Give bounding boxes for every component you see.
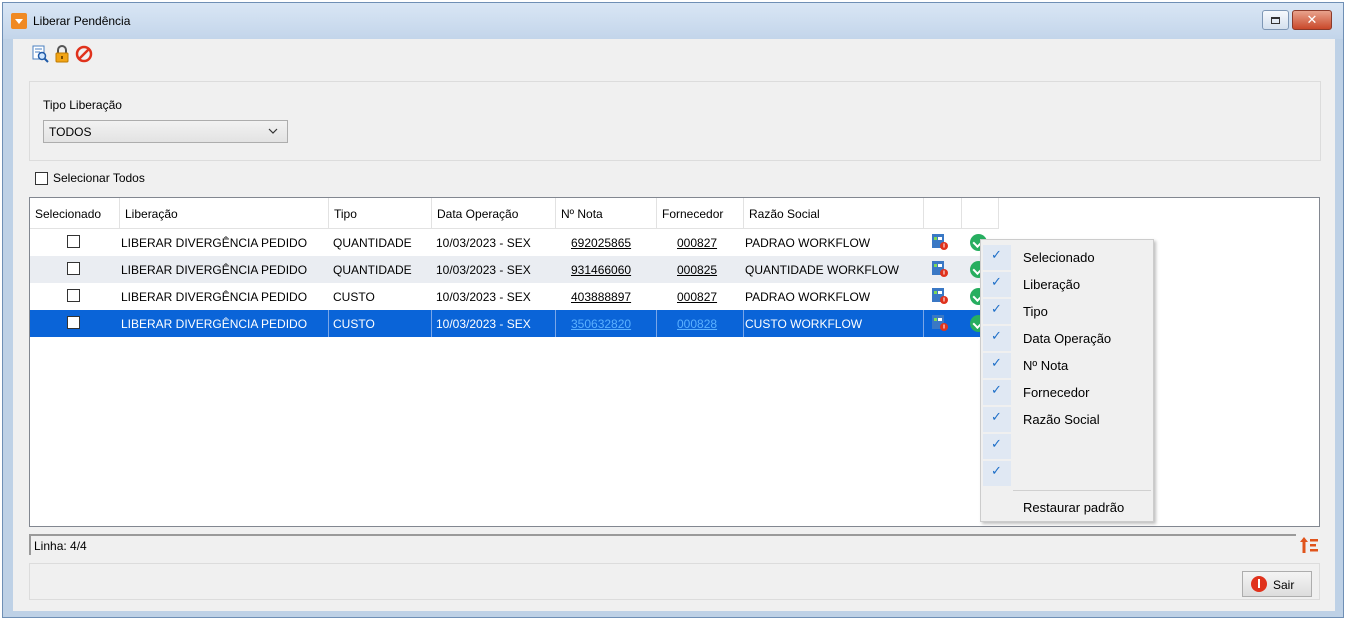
chevron-down-icon xyxy=(268,128,278,134)
search-document-icon[interactable] xyxy=(31,45,49,63)
cell-fornecedor-link[interactable]: 000825 xyxy=(677,256,717,283)
cell-liberacao: LIBERAR DIVERGÊNCIA PEDIDO xyxy=(121,263,308,277)
column-header-fornecedor[interactable]: Fornecedor xyxy=(657,198,744,229)
column-header-selecionado[interactable]: Selecionado xyxy=(30,198,120,229)
menu-item-label: Nº Nota xyxy=(1023,358,1069,373)
check-icon: ✓ xyxy=(991,302,1002,317)
cell-data-operacao: 10/03/2023 - SEX xyxy=(436,263,531,277)
row-select-checkbox[interactable] xyxy=(67,262,80,275)
menu-item-label: Liberação xyxy=(1023,277,1081,292)
cell-liberacao: LIBERAR DIVERGÊNCIA PEDIDO xyxy=(121,290,308,304)
bottom-panel xyxy=(29,563,1320,600)
cell-data-operacao: 10/03/2023 - SEX xyxy=(432,310,556,337)
table-row-selected[interactable]: LIBERAR DIVERGÊNCIA PEDIDO CUSTO 10/03/2… xyxy=(30,310,999,337)
cell-fornecedor-link[interactable]: 000827 xyxy=(677,229,717,256)
app-icon[interactable] xyxy=(11,13,27,29)
grid-header: Selecionado Liberação Tipo Data Operação… xyxy=(30,198,1319,229)
tipo-liberacao-value: TODOS xyxy=(49,125,92,139)
cell-data-operacao: 10/03/2023 - SEX xyxy=(436,290,531,304)
cell-razao-social: QUANTIDADE WORKFLOW xyxy=(745,263,900,277)
column-header-liberacao[interactable]: Liberação xyxy=(120,198,329,229)
cell-razao-social: PADRAO WORKFLOW xyxy=(745,290,871,304)
tipo-liberacao-label: Tipo Liberação xyxy=(43,98,122,112)
sort-icon[interactable] xyxy=(1300,536,1318,554)
column-header-nota[interactable]: Nº Nota xyxy=(556,198,657,229)
table-row[interactable]: LIBERAR DIVERGÊNCIA PEDIDO QUANTIDADE 10… xyxy=(30,229,999,256)
filter-group: Tipo Liberação TODOS xyxy=(29,81,1321,161)
table-row[interactable]: LIBERAR DIVERGÊNCIA PEDIDO QUANTIDADE 10… xyxy=(30,256,999,283)
cell-nota-link[interactable]: 403888897 xyxy=(571,283,631,310)
close-icon: ✕ xyxy=(1306,12,1318,28)
menu-item-razao-social[interactable]: ✓ Razão Social xyxy=(981,406,1153,433)
check-icon: ✓ xyxy=(991,248,1002,263)
document-warning-icon[interactable] xyxy=(931,233,949,251)
cell-fornecedor-link[interactable]: 000827 xyxy=(677,283,717,310)
title-bar: Liberar Pendência ✕ xyxy=(3,3,1343,39)
check-icon: ✓ xyxy=(991,356,1002,371)
check-icon: ✓ xyxy=(991,275,1002,290)
cell-tipo: CUSTO xyxy=(329,310,432,337)
menu-item-label: Tipo xyxy=(1023,304,1048,319)
menu-item-selecionado[interactable]: ✓ Selecionado xyxy=(981,244,1153,271)
menu-item-label: Selecionado xyxy=(1023,250,1095,265)
window-title: Liberar Pendência xyxy=(33,14,131,28)
check-icon: ✓ xyxy=(991,464,1002,479)
menu-item-unnamed-column[interactable]: ✓ xyxy=(981,460,1153,487)
cell-razao-social: PADRAO WORKFLOW xyxy=(745,236,871,250)
menu-item-fornecedor[interactable]: ✓ Fornecedor xyxy=(981,379,1153,406)
row-select-checkbox[interactable] xyxy=(67,316,80,329)
row-counter: Linha: 4/4 xyxy=(34,539,87,553)
menu-item-liberacao[interactable]: ✓ Liberação xyxy=(981,271,1153,298)
column-chooser-menu[interactable]: ✓ Selecionado ✓ Liberação ✓ Tipo ✓ Data … xyxy=(980,239,1154,522)
menu-item-data-operacao[interactable]: ✓ Data Operação xyxy=(981,325,1153,352)
lock-icon[interactable] xyxy=(53,45,71,63)
cell-nota-link[interactable]: 692025865 xyxy=(571,229,631,256)
restore-button[interactable] xyxy=(1262,10,1289,30)
row-select-checkbox[interactable] xyxy=(67,289,80,302)
cell-data-operacao: 10/03/2023 - SEX xyxy=(436,236,531,250)
cell-tipo: QUANTIDADE xyxy=(333,263,412,277)
document-warning-icon[interactable] xyxy=(931,287,949,305)
check-icon: ✓ xyxy=(991,383,1002,398)
check-icon: ✓ xyxy=(991,329,1002,344)
column-header-status[interactable] xyxy=(962,198,999,229)
column-header-data-operacao[interactable]: Data Operação xyxy=(432,198,556,229)
tipo-liberacao-select[interactable]: TODOS xyxy=(43,120,288,143)
check-icon: ✓ xyxy=(991,410,1002,425)
cancel-icon[interactable] xyxy=(75,45,93,63)
restore-default-menu-item[interactable]: Restaurar padrão xyxy=(1023,500,1124,515)
select-all-label: Selecionar Todos xyxy=(53,171,145,185)
document-warning-icon[interactable] xyxy=(931,260,949,278)
document-warning-icon[interactable] xyxy=(931,314,949,332)
select-all-box[interactable] xyxy=(35,172,48,185)
menu-item-label: Razão Social xyxy=(1023,412,1100,427)
exit-button[interactable]: Sair xyxy=(1242,571,1312,597)
cell-tipo: QUANTIDADE xyxy=(333,236,412,250)
cell-nota-link[interactable]: 350632820 xyxy=(556,310,657,337)
menu-separator xyxy=(1013,490,1151,491)
menu-item-unnamed-column[interactable]: ✓ xyxy=(981,433,1153,460)
table-row[interactable]: LIBERAR DIVERGÊNCIA PEDIDO CUSTO 10/03/2… xyxy=(30,283,999,310)
cell-liberacao: LIBERAR DIVERGÊNCIA PEDIDO xyxy=(120,310,329,337)
cell-nota-link[interactable]: 931466060 xyxy=(571,256,631,283)
column-header-tipo[interactable]: Tipo xyxy=(329,198,432,229)
menu-item-label: Data Operação xyxy=(1023,331,1112,346)
check-icon: ✓ xyxy=(991,437,1002,452)
status-bar: Linha: 4/4 xyxy=(29,534,1296,555)
restore-icon xyxy=(1271,16,1280,24)
power-icon xyxy=(1251,576,1267,592)
cell-liberacao: LIBERAR DIVERGÊNCIA PEDIDO xyxy=(121,236,308,250)
close-button[interactable]: ✕ xyxy=(1292,10,1332,30)
exit-button-label: Sair xyxy=(1273,578,1295,592)
column-header-document[interactable] xyxy=(924,198,962,229)
menu-item-nota[interactable]: ✓ Nº Nota xyxy=(981,352,1153,379)
row-select-checkbox[interactable] xyxy=(67,235,80,248)
column-header-razao-social[interactable]: Razão Social xyxy=(744,198,924,229)
menu-item-tipo[interactable]: ✓ Tipo xyxy=(981,298,1153,325)
cell-fornecedor-link[interactable]: 000828 xyxy=(657,310,744,337)
cell-razao-social: CUSTO WORKFLOW xyxy=(744,310,924,337)
cell-tipo: CUSTO xyxy=(333,290,375,304)
menu-item-label: Fornecedor xyxy=(1023,385,1090,400)
